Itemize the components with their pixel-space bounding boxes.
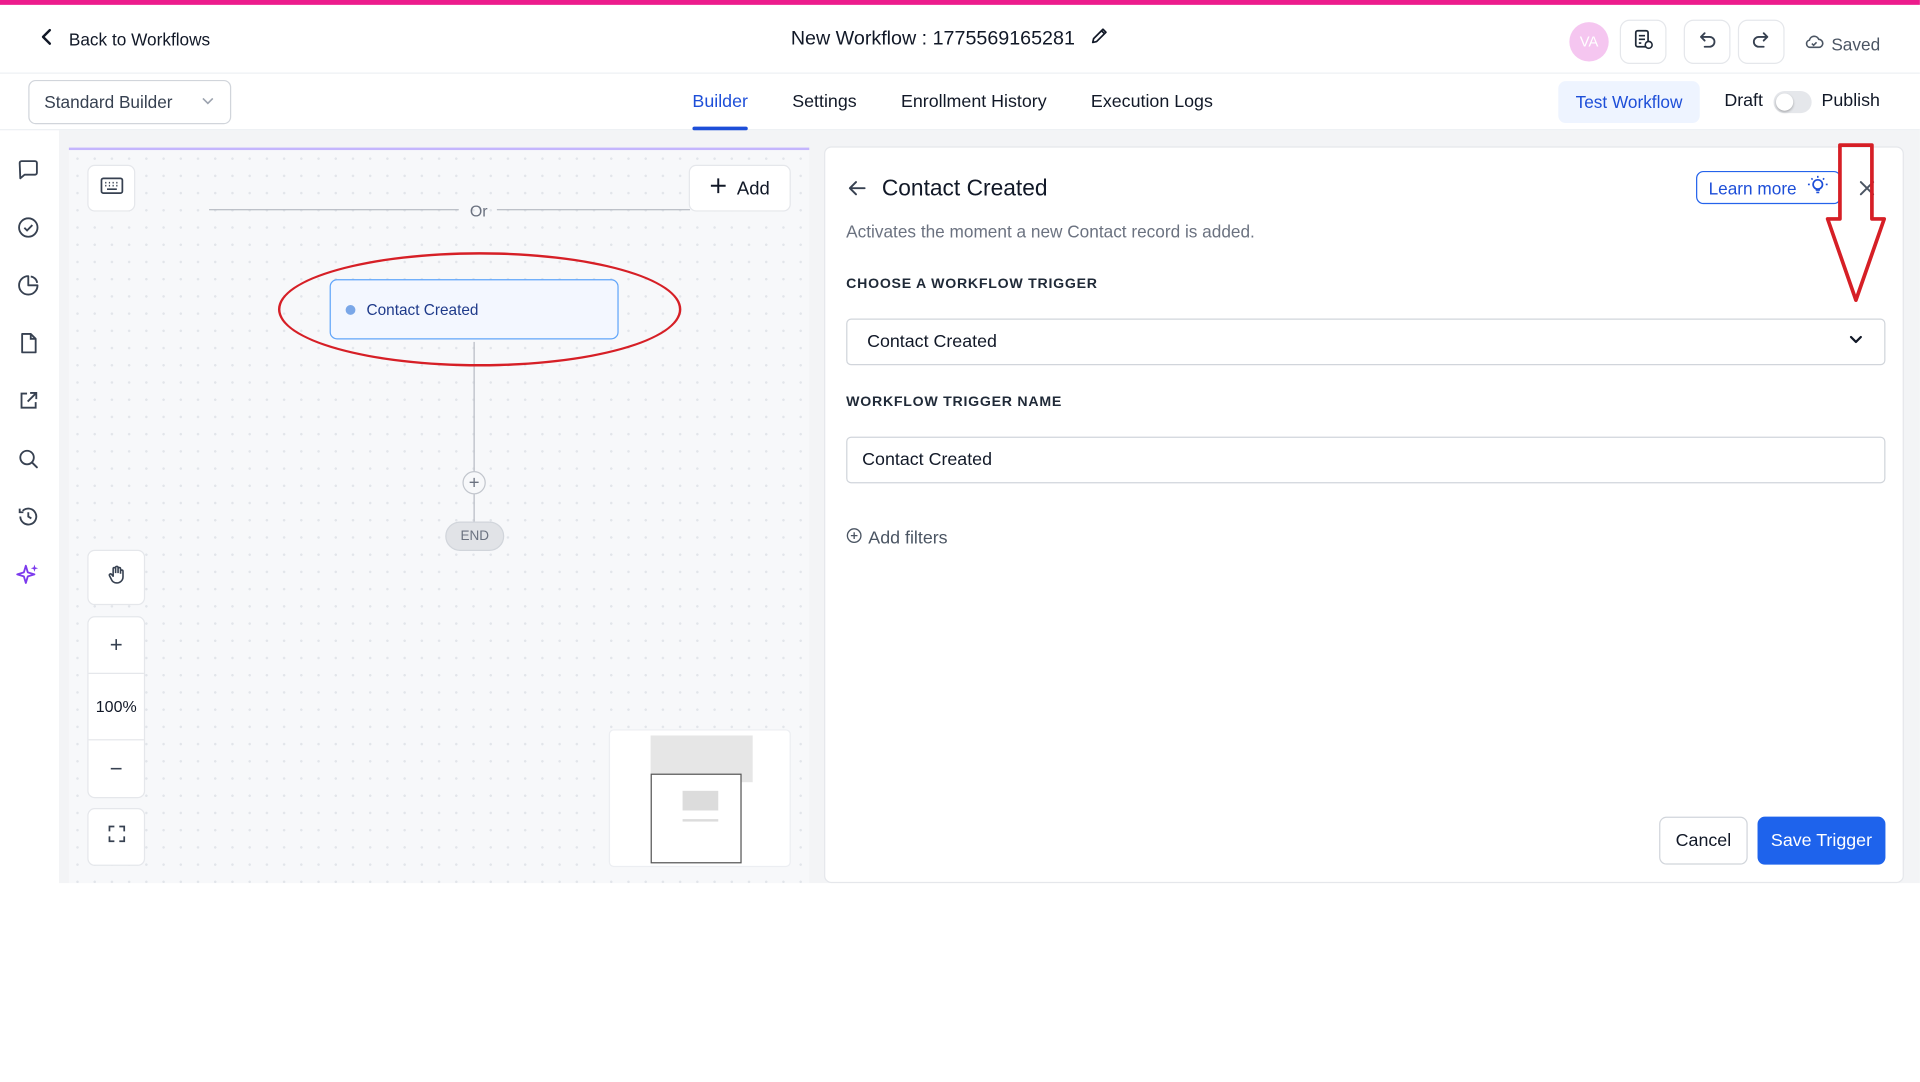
trigger-name-input[interactable]: [846, 436, 1886, 484]
save-trigger-button[interactable]: Save Trigger: [1757, 816, 1886, 865]
trigger-node-label: Contact Created: [366, 300, 479, 318]
minimap-end: [682, 819, 719, 822]
minimap-frame: [650, 773, 742, 864]
arrow-left-icon[interactable]: [846, 177, 868, 199]
lightbulb-icon: [1806, 175, 1828, 201]
panel-title: Contact Created: [881, 174, 1048, 201]
fit-view-button[interactable]: [87, 808, 146, 866]
app-root: Back to Workflows New Workflow : 1775569…: [0, 0, 1920, 1080]
zoom-out-button[interactable]: −: [89, 740, 144, 797]
end-node: END: [445, 521, 505, 551]
expand-icon: [106, 824, 126, 850]
scaled-stage: Back to Workflows New Workflow : 1775569…: [0, 0, 1920, 1082]
pie-chart-icon[interactable]: [16, 273, 43, 300]
add-filters-label: Add filters: [868, 528, 948, 548]
keyboard-icon: [99, 175, 124, 201]
save-status: Saved: [1804, 32, 1880, 55]
or-divider-right: [496, 209, 690, 211]
minimap-node: [682, 790, 719, 811]
trigger-node-contact-created[interactable]: Contact Created: [329, 279, 619, 340]
toggle-knob: [1775, 93, 1794, 111]
or-divider-left: [209, 209, 459, 211]
workflow-title-text: New Workflow : 1775569165281: [790, 27, 1075, 49]
workflow-notes-button[interactable]: [1619, 19, 1667, 64]
add-step-button[interactable]: +: [462, 471, 486, 495]
sparkle-icon[interactable]: [16, 562, 43, 589]
search-icon[interactable]: [16, 446, 43, 473]
plus-icon: [710, 177, 727, 199]
redo-button[interactable]: [1737, 19, 1785, 64]
cloud-check-icon: [1804, 32, 1824, 55]
keyboard-shortcuts-button[interactable]: [87, 164, 136, 212]
publish-label: Publish: [1821, 91, 1880, 111]
cancel-button[interactable]: Cancel: [1659, 816, 1748, 865]
tab-settings[interactable]: Settings: [792, 74, 856, 131]
back-label: Back to Workflows: [68, 28, 211, 49]
external-link-icon[interactable]: [16, 389, 43, 416]
add-filters-link[interactable]: Add filters: [846, 528, 948, 549]
undo-button[interactable]: [1683, 19, 1731, 64]
minimap[interactable]: [608, 729, 791, 868]
back-to-workflows-link[interactable]: Back to Workflows: [37, 27, 210, 50]
node-connector-line: [473, 341, 475, 527]
trigger-name-label: WORKFLOW TRIGGER NAME: [846, 394, 1063, 410]
top-header: Back to Workflows New Workflow : 1775569…: [0, 4, 1920, 74]
trigger-type-select[interactable]: Contact Created: [846, 318, 1886, 366]
check-circle-icon[interactable]: [16, 215, 43, 242]
pencil-icon[interactable]: [1090, 26, 1110, 52]
tab-builder[interactable]: Builder: [692, 74, 749, 131]
hand-icon: [105, 563, 127, 591]
publish-toggle[interactable]: [1773, 91, 1812, 114]
or-label: Or: [469, 201, 488, 221]
history-icon[interactable]: [16, 504, 43, 531]
zoom-level: 100%: [88, 674, 144, 741]
avatar[interactable]: VA: [1569, 22, 1609, 62]
builder-type-select[interactable]: Standard Builder: [28, 79, 232, 125]
zoom-controls: + 100% −: [87, 616, 146, 799]
document-icon[interactable]: [16, 331, 43, 358]
add-label: Add: [736, 177, 770, 199]
learn-more-button[interactable]: Learn more: [1696, 170, 1842, 205]
pan-mode-button[interactable]: [87, 549, 146, 606]
tab-enrollment-history[interactable]: Enrollment History: [901, 74, 1047, 131]
trigger-config-panel: Contact Created Activates the moment a n…: [824, 146, 1904, 884]
close-icon[interactable]: [1856, 177, 1878, 199]
choose-trigger-label: CHOOSE A WORKFLOW TRIGGER: [846, 276, 1098, 292]
chevron-down-icon: [1847, 331, 1864, 353]
document-check-icon: [1632, 28, 1654, 56]
builder-type-value: Standard Builder: [44, 92, 173, 112]
saved-label: Saved: [1831, 33, 1881, 54]
add-trigger-button[interactable]: Add: [688, 164, 791, 212]
chevron-down-icon: [200, 92, 215, 112]
chevron-left-icon: [37, 27, 57, 50]
workflow-title: New Workflow : 1775569165281: [791, 26, 1110, 52]
sub-toolbar: Standard Builder Builder Settings Enroll…: [0, 73, 1920, 131]
panel-description: Activates the moment a new Contact recor…: [846, 221, 1255, 242]
workflow-tabs: Builder Settings Enrollment History Exec…: [692, 74, 1213, 131]
undo-icon: [1696, 28, 1718, 56]
tab-execution-logs[interactable]: Execution Logs: [1091, 74, 1213, 131]
learn-more-label: Learn more: [1708, 177, 1797, 198]
node-status-dot: [345, 304, 356, 315]
redo-icon: [1750, 28, 1772, 56]
trigger-type-value: Contact Created: [867, 332, 997, 352]
zoom-in-button[interactable]: +: [88, 617, 144, 674]
chat-icon[interactable]: [16, 157, 43, 184]
left-sidebar: [0, 130, 60, 884]
plus-circle-icon: [846, 528, 862, 549]
draft-label: Draft: [1724, 91, 1763, 111]
test-workflow-button[interactable]: Test Workflow: [1558, 81, 1700, 123]
